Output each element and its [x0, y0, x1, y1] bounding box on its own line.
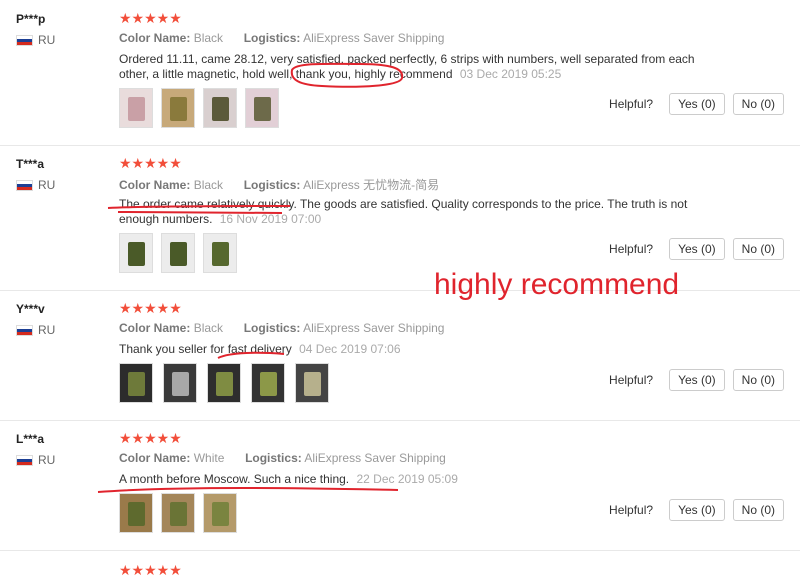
review-text: A month before Moscow. Such a nice thing…	[119, 472, 699, 487]
review-text: Thank you seller for fast delivery 04 De…	[119, 342, 699, 357]
review-photo[interactable]	[207, 363, 241, 403]
reviewer-name: Y***v	[16, 302, 45, 316]
review-meta: Color Name: Black Logistics: AliExpress …	[119, 176, 439, 193]
helpful-yes-button[interactable]: Yes (0)	[669, 93, 725, 115]
helpful-controls: Helpful? Yes (0) No (0)	[609, 93, 784, 115]
logistics-value: AliExpress Saver Shipping	[303, 31, 445, 45]
review-date: 16 Nov 2019 07:00	[219, 212, 322, 226]
review-date: 04 Dec 2019 07:06	[299, 342, 401, 356]
color-name-label: Color Name:	[119, 178, 191, 192]
reviewer-country: RU	[16, 33, 55, 47]
review-photos	[119, 88, 279, 128]
helpful-controls: Helpful? Yes (0) No (0)	[609, 369, 784, 391]
logistics-value: AliExpress Saver Shipping	[303, 321, 445, 335]
review-photos	[119, 233, 237, 273]
helpful-no-button[interactable]: No (0)	[732, 93, 784, 115]
russia-flag-icon	[16, 324, 33, 336]
review-meta: Color Name: Black Logistics: AliExpress …	[119, 31, 444, 45]
star-rating: ★★★★★	[119, 10, 182, 26]
review-photo[interactable]	[203, 493, 237, 533]
review-body: Ordered 11.11, came 28.12, very satisfie…	[119, 52, 695, 81]
reviewer-country: RU	[16, 323, 55, 337]
reviewer-name: L***a	[16, 432, 45, 446]
country-code: RU	[38, 323, 56, 337]
review-photo[interactable]	[203, 88, 237, 128]
review-body: The order came relatively quickly. The g…	[119, 197, 688, 226]
helpful-no-button[interactable]: No (0)	[732, 369, 784, 391]
review-photo[interactable]	[161, 88, 195, 128]
country-code: RU	[38, 33, 56, 47]
helpful-no-button[interactable]: No (0)	[732, 499, 784, 521]
helpful-yes-button[interactable]: Yes (0)	[669, 499, 725, 521]
logistics-value: AliExpress Saver Shipping	[304, 451, 446, 465]
country-code: RU	[38, 453, 56, 467]
review-photo[interactable]	[119, 363, 153, 403]
review-date: 03 Dec 2019 05:25	[459, 67, 562, 81]
review-date: 22 Dec 2019 05:09	[356, 472, 458, 486]
review-meta: Color Name: White Logistics: AliExpress …	[119, 451, 446, 465]
country-code: RU	[38, 178, 56, 192]
color-name-label: Color Name:	[119, 321, 191, 335]
review-photo[interactable]	[251, 363, 285, 403]
review-item: P***p RU ★★★★★ Color Name: Black Logisti…	[0, 0, 800, 146]
color-name-value: White	[193, 451, 225, 465]
color-name-label: Color Name:	[119, 451, 191, 465]
review-photo[interactable]	[245, 88, 279, 128]
review-photo[interactable]	[119, 88, 153, 128]
helpful-label: Helpful?	[609, 373, 654, 387]
color-name-value: Black	[193, 321, 224, 335]
russia-flag-icon	[16, 34, 33, 46]
review-text: Ordered 11.11, came 28.12, very satisfie…	[119, 52, 699, 82]
reviewer-country: RU	[16, 453, 55, 467]
helpful-label: Helpful?	[609, 242, 654, 256]
review-photos	[119, 493, 237, 533]
star-rating: ★★★★★	[119, 300, 182, 316]
review-photos	[119, 363, 329, 403]
russia-flag-icon	[16, 179, 33, 191]
review-photo[interactable]	[295, 363, 329, 403]
reviewer-name: P***p	[16, 12, 46, 26]
review-item: T***a RU ★★★★★ Color Name: Black Logisti…	[0, 145, 800, 291]
logistics-label: Logistics:	[243, 31, 301, 45]
russia-flag-icon	[16, 454, 33, 466]
star-rating: ★★★★★	[119, 155, 182, 171]
helpful-label: Helpful?	[609, 503, 654, 517]
logistics-label: Logistics:	[243, 321, 301, 335]
star-rating: ★★★★★	[119, 562, 182, 578]
helpful-controls: Helpful? Yes (0) No (0)	[609, 499, 784, 521]
review-photo[interactable]	[161, 493, 195, 533]
helpful-no-button[interactable]: No (0)	[732, 238, 784, 260]
color-name-label: Color Name:	[119, 31, 191, 45]
reviewer-name: T***a	[16, 157, 45, 171]
review-body: A month before Moscow. Such a nice thing…	[119, 472, 350, 486]
reviewer-country: RU	[16, 178, 55, 192]
helpful-label: Helpful?	[609, 97, 654, 111]
helpful-yes-button[interactable]: Yes (0)	[669, 238, 725, 260]
review-item: L***a RU ★★★★★ Color Name: White Logisti…	[0, 420, 800, 551]
color-name-value: Black	[193, 178, 224, 192]
helpful-controls: Helpful? Yes (0) No (0)	[609, 238, 784, 260]
logistics-value: AliExpress 无忧物流-简易	[303, 178, 440, 192]
review-photo[interactable]	[161, 233, 195, 273]
review-photo[interactable]	[163, 363, 197, 403]
review-item-partial: ★★★★★	[0, 550, 800, 578]
logistics-label: Logistics:	[245, 451, 302, 465]
logistics-label: Logistics:	[243, 178, 301, 192]
review-photo[interactable]	[203, 233, 237, 273]
review-meta: Color Name: Black Logistics: AliExpress …	[119, 321, 444, 335]
helpful-yes-button[interactable]: Yes (0)	[669, 369, 725, 391]
review-text: The order came relatively quickly. The g…	[119, 197, 699, 227]
review-body: Thank you seller for fast delivery	[119, 342, 292, 356]
color-name-value: Black	[193, 31, 224, 45]
review-photo[interactable]	[119, 233, 153, 273]
review-photo[interactable]	[119, 493, 153, 533]
annotation-text: highly recommend	[434, 268, 680, 301]
review-item: Y***v RU ★★★★★ Color Name: Black Logisti…	[0, 290, 800, 421]
star-rating: ★★★★★	[119, 430, 182, 446]
